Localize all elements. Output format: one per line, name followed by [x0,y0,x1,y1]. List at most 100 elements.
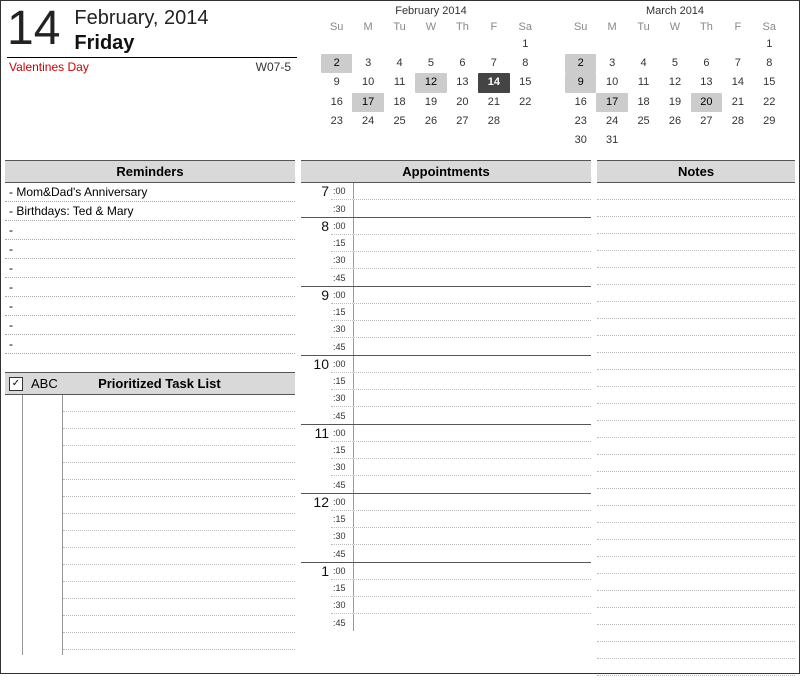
task-row[interactable] [63,548,295,565]
mini-calendar-day[interactable]: 5 [659,54,690,73]
note-line[interactable] [597,523,795,540]
note-line[interactable] [597,642,795,659]
mini-calendar-day[interactable]: 1 [510,35,541,54]
note-line[interactable] [597,183,795,200]
appointment-slot[interactable]: :00 [331,494,591,511]
mini-calendar-day[interactable]: 27 [447,112,478,131]
mini-calendar-day[interactable]: 3 [352,54,383,73]
mini-calendar-day[interactable]: 13 [691,73,722,92]
appointment-slot[interactable]: :15 [331,442,591,459]
mini-calendar-day[interactable]: 11 [628,73,659,92]
mini-calendar-day[interactable]: 23 [565,112,596,131]
mini-calendar-day[interactable]: 7 [722,54,753,73]
appointment-slot[interactable]: :45 [331,407,591,424]
reminder-line[interactable]: - [5,297,295,316]
mini-calendar-day[interactable]: 30 [565,131,596,150]
mini-calendar-day[interactable]: 3 [596,54,627,73]
note-line[interactable] [597,438,795,455]
appointment-slot[interactable]: :45 [331,338,591,355]
mini-calendar-day[interactable]: 25 [384,112,415,131]
appointment-slot[interactable]: :15 [331,580,591,597]
note-line[interactable] [597,489,795,506]
reminder-line[interactable]: - [5,316,295,335]
mini-calendar-day[interactable]: 19 [659,93,690,112]
mini-calendar-day[interactable]: 14 [478,73,509,92]
appointment-slot[interactable]: :45 [331,476,591,493]
task-row[interactable] [63,480,295,497]
note-line[interactable] [597,540,795,557]
note-line[interactable] [597,404,795,421]
appointment-slot[interactable]: :15 [331,304,591,321]
appointment-slot[interactable]: :45 [331,269,591,286]
appointment-slot[interactable]: :00 [331,287,591,304]
note-line[interactable] [597,421,795,438]
appointment-slot[interactable]: :30 [331,321,591,338]
mini-calendar-day[interactable]: 8 [754,54,785,73]
task-row[interactable] [63,463,295,480]
reminder-line[interactable]: - [5,221,295,240]
reminder-line[interactable]: - Birthdays: Ted & Mary [5,202,295,221]
note-line[interactable] [597,251,795,268]
note-line[interactable] [597,557,795,574]
task-row[interactable] [63,582,295,599]
note-line[interactable] [597,200,795,217]
mini-calendar-day[interactable]: 29 [754,112,785,131]
task-row[interactable] [63,633,295,650]
appointment-slot[interactable]: :30 [331,252,591,269]
task-row[interactable] [63,412,295,429]
mini-calendar-day[interactable]: 21 [478,93,509,112]
note-line[interactable] [597,574,795,591]
task-row[interactable] [63,531,295,548]
reminder-line[interactable]: - [5,335,295,354]
mini-calendar-day[interactable]: 12 [659,73,690,92]
mini-calendar-day[interactable]: 28 [722,112,753,131]
mini-calendar-day[interactable]: 6 [447,54,478,73]
mini-calendar-day[interactable]: 4 [384,54,415,73]
appointment-slot[interactable]: :30 [331,528,591,545]
mini-calendar-day[interactable]: 7 [478,54,509,73]
note-line[interactable] [597,472,795,489]
mini-calendar-day[interactable]: 1 [754,35,785,54]
mini-calendar-day[interactable]: 19 [415,93,446,112]
task-row[interactable] [63,565,295,582]
mini-calendar-day[interactable]: 13 [447,73,478,92]
mini-calendar-day[interactable]: 16 [565,93,596,112]
note-line[interactable] [597,625,795,642]
mini-calendar-day[interactable]: 20 [447,93,478,112]
mini-calendar-day[interactable]: 24 [596,112,627,131]
appointment-slot[interactable]: :00 [331,563,591,580]
task-row[interactable] [63,599,295,616]
mini-calendar-day[interactable]: 27 [691,112,722,131]
mini-calendar-day[interactable]: 22 [754,93,785,112]
note-line[interactable] [597,302,795,319]
appointment-slot[interactable]: :00 [331,218,591,235]
note-line[interactable] [597,608,795,625]
appointment-slot[interactable]: :30 [331,459,591,476]
appointment-slot[interactable]: :45 [331,614,591,631]
appointment-slot[interactable]: :30 [331,390,591,407]
mini-calendar-day[interactable]: 25 [628,112,659,131]
note-line[interactable] [597,370,795,387]
mini-calendar-day[interactable]: 31 [596,131,627,150]
mini-calendar-day[interactable]: 16 [321,93,352,112]
note-line[interactable] [597,387,795,404]
task-row[interactable] [63,395,295,412]
mini-calendar-day[interactable]: 10 [352,73,383,92]
appointment-slot[interactable]: :30 [331,200,591,217]
mini-calendar-day[interactable]: 9 [565,73,596,92]
mini-calendar-day[interactable]: 17 [352,93,383,112]
task-row[interactable] [63,429,295,446]
note-line[interactable] [597,455,795,472]
reminder-line[interactable]: - [5,259,295,278]
note-line[interactable] [597,285,795,302]
mini-calendar-day[interactable]: 10 [596,73,627,92]
mini-calendar-day[interactable]: 8 [510,54,541,73]
appointment-slot[interactable]: :00 [331,356,591,373]
mini-calendar-day[interactable]: 17 [596,93,627,112]
appointment-slot[interactable]: :15 [331,373,591,390]
task-row[interactable] [63,514,295,531]
mini-calendar-day[interactable]: 12 [415,73,446,92]
appointment-slot[interactable]: :45 [331,545,591,562]
mini-calendar-day[interactable]: 14 [722,73,753,92]
reminder-line[interactable]: - [5,240,295,259]
